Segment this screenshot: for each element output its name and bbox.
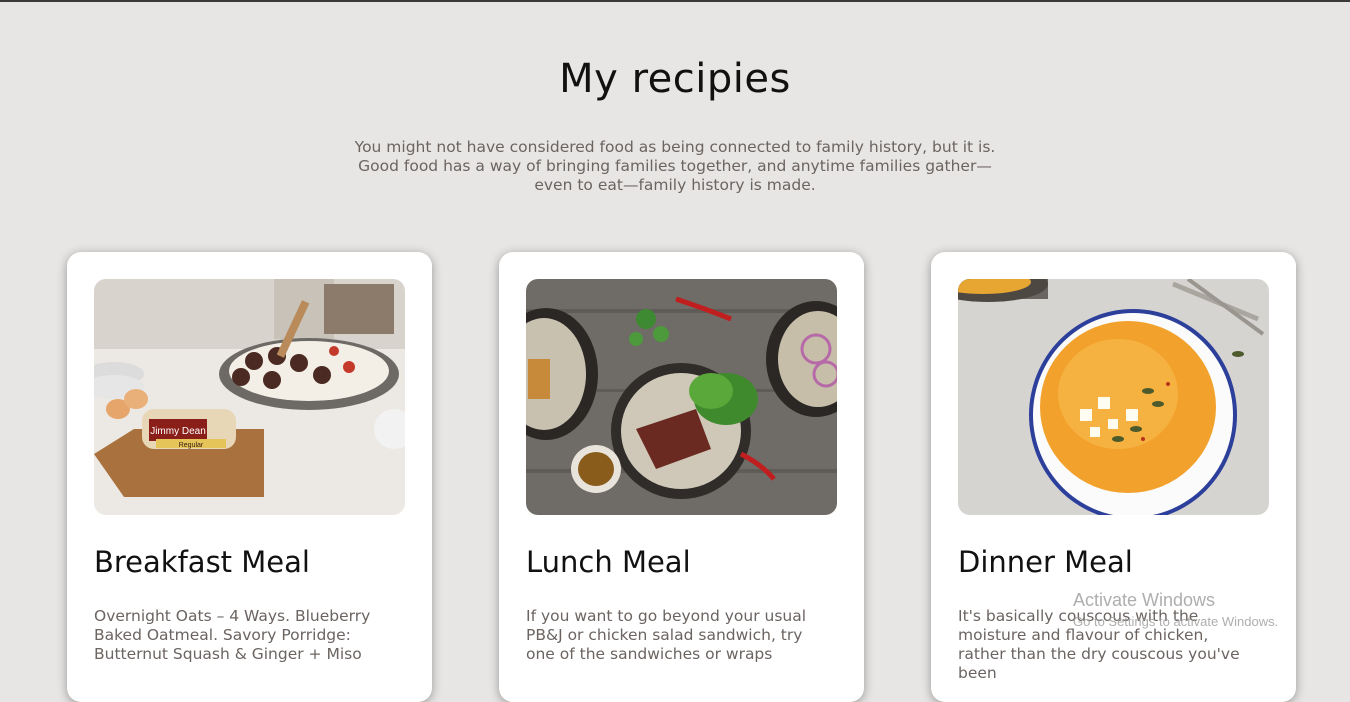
watermark-subtitle: Go to Settings to activate Windows. — [1073, 614, 1279, 629]
intro-text: You might not have considered food as be… — [354, 138, 996, 194]
card-description: If you want to go beyond your usual PB&J… — [526, 607, 807, 663]
recipe-card-lunch[interactable]: Lunch Meal If you want to go beyond your… — [499, 252, 864, 702]
card-title: Dinner Meal — [958, 545, 1133, 579]
card-title: Breakfast Meal — [94, 545, 310, 579]
brand-label: Jimmy Dean — [150, 426, 206, 437]
recipe-card-breakfast[interactable]: Jimmy Dean Regular Breakfast Meal Overni… — [67, 252, 432, 702]
watermark-title: Activate Windows — [1073, 590, 1216, 610]
page-title: My recipies — [559, 56, 791, 102]
top-border — [0, 0, 1350, 2]
card-title: Lunch Meal — [526, 545, 691, 579]
breakfast-image: Jimmy Dean Regular — [94, 279, 405, 515]
variant-label: Regular — [179, 442, 204, 449]
dinner-image — [958, 279, 1269, 515]
lunch-image — [526, 279, 837, 515]
recipe-card-dinner[interactable]: Dinner Meal It's basically couscous with… — [931, 252, 1296, 702]
activate-windows-watermark: Activate Windows Go to Settings to activ… — [1073, 590, 1343, 629]
card-description: Overnight Oats – 4 Ways. Blueberry Baked… — [94, 607, 371, 663]
